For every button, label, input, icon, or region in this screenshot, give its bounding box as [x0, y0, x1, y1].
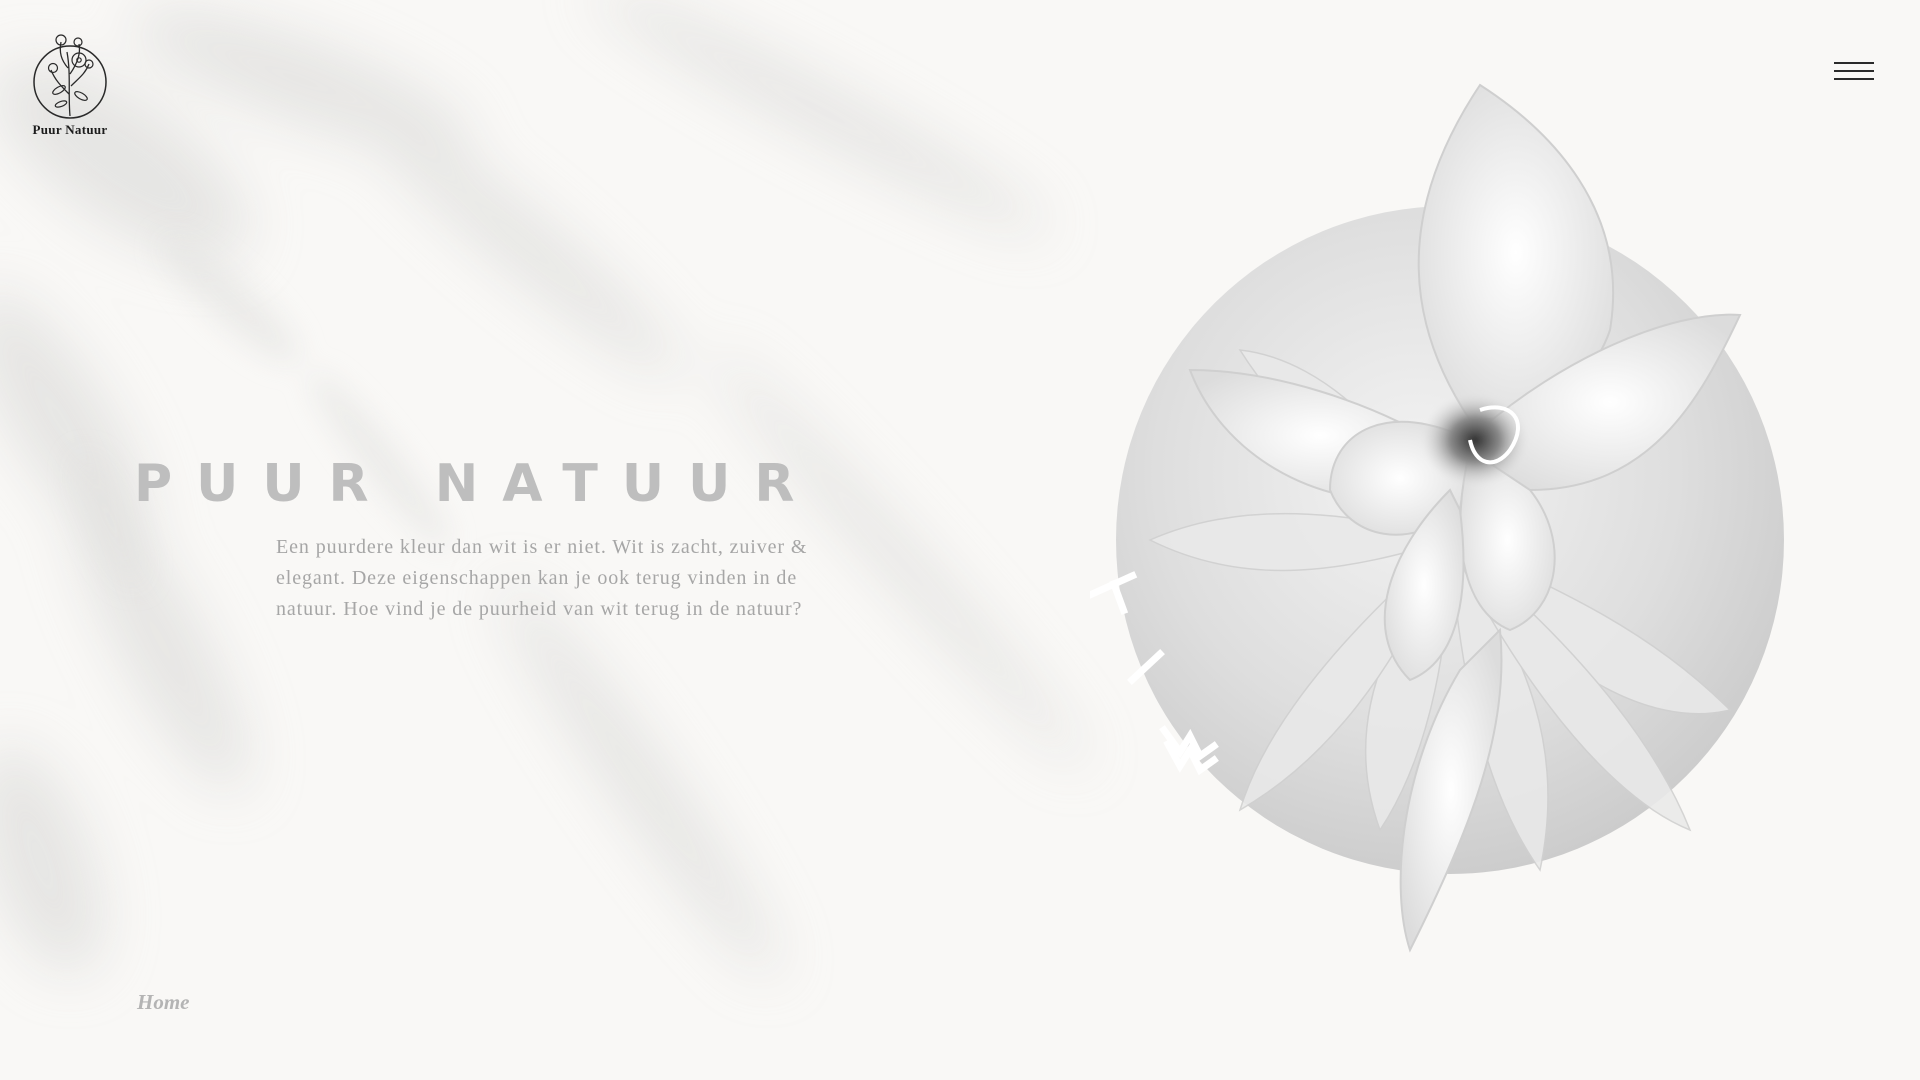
brand-logo[interactable]: Puur Natuur [28, 24, 112, 138]
menu-line-top [1834, 62, 1874, 64]
page: Puur Natuur PUUR NATUUR Een puurdere kle… [0, 0, 1920, 1080]
breadcrumb-home-link[interactable]: Home [137, 990, 190, 1015]
hero-description: Een puurdere kleur dan wit is er niet. W… [276, 536, 808, 620]
floral-wreath-icon [33, 34, 107, 119]
white-flower-image [1116, 83, 1784, 953]
menu-line-bottom [1834, 78, 1874, 80]
menu-line-middle [1834, 70, 1874, 72]
hero-title: PUUR NATUUR [134, 454, 819, 514]
brand-name: Puur Natuur [32, 122, 108, 137]
hamburger-menu-icon[interactable] [1832, 58, 1876, 84]
